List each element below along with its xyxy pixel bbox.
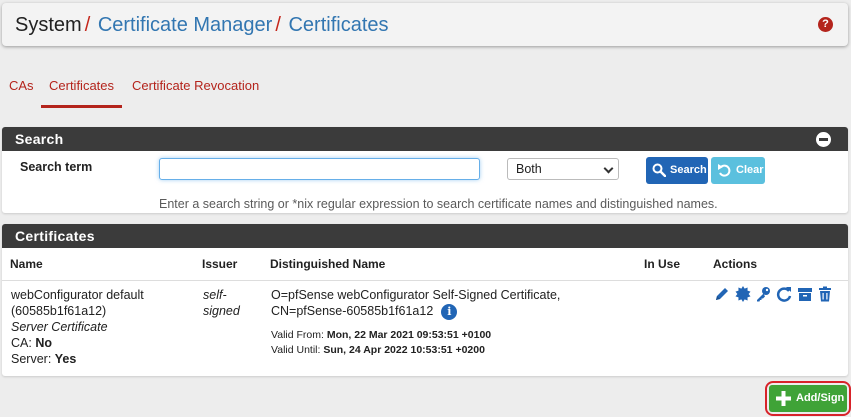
collapse-icon[interactable] [816, 132, 831, 147]
tab-bar: CAs Certificates Certificate Revocation [0, 70, 851, 108]
search-input[interactable] [159, 158, 480, 180]
help-icon[interactable]: ? [818, 17, 833, 32]
breadcrumb: System / Certificate Manager / Certificate… [15, 14, 389, 37]
renew-icon[interactable] [776, 286, 792, 302]
cert-distinguished-name: O=pfSense webConfigurator Self-Signed Ce… [271, 287, 560, 357]
chevron-down-icon [603, 163, 614, 174]
search-scope-select[interactable]: Both [507, 158, 619, 180]
pencil-icon[interactable] [714, 286, 730, 302]
cert-issuer-line1: self- [203, 288, 227, 302]
undo-icon [718, 164, 731, 177]
cert-server-label: Server: [11, 352, 52, 366]
cert-actions [714, 286, 834, 304]
header-divider [2, 280, 848, 281]
breadcrumb-separator: / [84, 14, 91, 36]
breadcrumb-separator: / [275, 14, 281, 36]
search-panel-title: Search [15, 131, 64, 147]
cert-name-line1: webConfigurator default [11, 288, 144, 302]
cert-ca-value: No [35, 336, 52, 350]
column-header-distinguished-name[interactable]: Distinguished Name [270, 257, 385, 271]
column-header-issuer[interactable]: Issuer [202, 257, 237, 271]
search-term-label: Search term [20, 160, 93, 174]
cert-ca: CA: No [11, 335, 144, 351]
cert-issuer-line2: signed [203, 304, 240, 318]
plus-icon [776, 391, 791, 406]
page-header: System / Certificate Manager / Certificate… [2, 3, 848, 46]
add-sign-button-label: Add/Sign [796, 392, 845, 404]
cert-issuer: self- signed [203, 287, 240, 319]
cert-valid-from: Valid From: Mon, 22 Mar 2021 09:53:51 +0… [271, 328, 560, 342]
breadcrumb-root: System [15, 14, 82, 36]
archive-icon[interactable] [797, 286, 813, 302]
valid-until-label: Valid Until: [271, 343, 321, 356]
tab-cas[interactable]: CAs [9, 70, 34, 108]
certificates-panel-header: Certificates [2, 224, 848, 248]
search-button[interactable]: Search [646, 157, 708, 184]
clear-button[interactable]: Clear [711, 157, 765, 184]
key-icon[interactable] [755, 286, 771, 302]
cert-dn-line1: O=pfSense webConfigurator Self-Signed Ce… [271, 288, 561, 302]
column-header-in-use[interactable]: In Use [644, 257, 680, 271]
search-panel: Search Search term Both Search Clear Ent… [2, 127, 848, 213]
cert-type: Server Certificate [11, 320, 108, 334]
cert-server-value: Yes [54, 352, 77, 366]
clear-button-label: Clear [736, 164, 764, 176]
valid-from-value: Mon, 22 Mar 2021 09:53:51 +0100 [326, 328, 492, 341]
certificates-panel: Certificates Name Issuer Distinguished N… [2, 224, 848, 376]
search-scope-value: Both [516, 162, 542, 176]
search-hint: Enter a search string or *nix regular ex… [159, 197, 718, 211]
tab-certificates[interactable]: Certificates [41, 70, 123, 108]
column-header-actions: Actions [713, 257, 758, 271]
cert-name: webConfigurator default (60585b1f61a12) … [11, 287, 144, 367]
search-panel-header: Search [2, 127, 848, 151]
add-sign-button[interactable]: Add/Sign [769, 385, 847, 412]
valid-until-value: Sun, 24 Apr 2022 10:53:51 +0200 [323, 343, 485, 356]
certificates-panel-title: Certificates [15, 228, 95, 244]
cert-valid-until: Valid Until: Sun, 24 Apr 2022 10:53:51 +… [271, 343, 560, 357]
valid-from-label: Valid From: [271, 328, 324, 341]
trash-icon[interactable] [817, 286, 833, 302]
cert-server: Server: Yes [11, 351, 144, 367]
cert-ca-label: CA: [11, 336, 32, 350]
breadcrumb-certificates[interactable]: Certificates [288, 14, 388, 36]
tab-certificate-revocation[interactable]: Certificate Revocation [132, 70, 259, 108]
search-icon [652, 163, 666, 177]
certificate-icon[interactable] [735, 286, 751, 302]
breadcrumb-certificate-manager[interactable]: Certificate Manager [98, 14, 273, 36]
search-button-label: Search [670, 164, 707, 176]
cert-dn-line2-wrap: CN=pfSense-60585b1f61a12 i [271, 303, 560, 320]
column-header-name[interactable]: Name [10, 257, 43, 271]
info-icon[interactable]: i [441, 303, 458, 320]
cert-name-line2: (60585b1f61a12) [11, 304, 107, 318]
cert-dn-line2: CN=pfSense-60585b1f61a12 [271, 304, 434, 318]
